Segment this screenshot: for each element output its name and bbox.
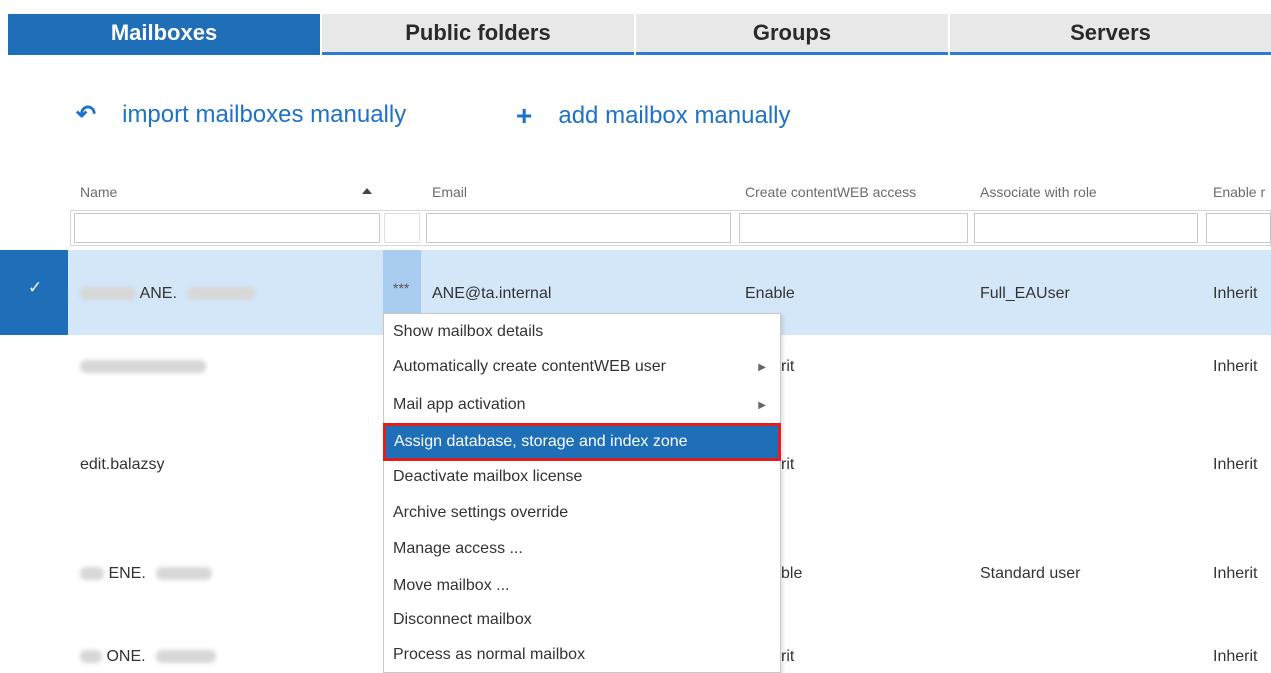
row-name-cell[interactable]: edit.balazsy — [80, 456, 165, 474]
column-header-name[interactable]: Name — [80, 184, 117, 200]
menu-item-mail-app-activation[interactable]: Mail app activation ▶ — [384, 388, 780, 422]
name-text: ONE. — [106, 648, 146, 665]
row-enable-cell: Inherit — [1213, 285, 1258, 302]
tab-label: Servers — [1070, 20, 1151, 45]
tab-public-folders[interactable]: Public folders — [322, 14, 634, 55]
column-header-label: Enable r — [1213, 184, 1266, 200]
row-content-web-cell: Enable — [745, 285, 795, 302]
tab-label: Groups — [752, 20, 832, 45]
content-web-filter-input[interactable] — [739, 213, 968, 243]
checkmark-icon: ✓ — [28, 278, 43, 297]
menu-item-label: Process as normal mailbox — [393, 646, 586, 663]
redacted-text — [80, 650, 102, 664]
row-enable-cell: Inherit — [1213, 565, 1258, 582]
menu-item-manage-access[interactable]: Manage access ... — [384, 532, 780, 566]
ellipsis-filter-spacer — [384, 213, 420, 243]
column-header-content-web[interactable]: Create contentWEB access — [745, 184, 916, 200]
row-role-cell: Standard user — [980, 565, 1081, 582]
row-content-web-cell: rit — [781, 456, 795, 473]
menu-item-assign-database[interactable]: Assign database, storage and index zone — [383, 423, 781, 461]
tab-label: Public folders — [405, 20, 551, 45]
column-header-label: Associate with role — [980, 184, 1097, 200]
row-name-cell[interactable]: ENE. — [80, 565, 213, 583]
menu-item-disconnect-mailbox[interactable]: Disconnect mailbox — [384, 603, 780, 637]
column-header-label: Email — [432, 184, 468, 200]
tab-mailboxes[interactable]: Mailboxes — [8, 14, 320, 55]
menu-item-label: Mail app activation — [393, 396, 526, 413]
row-enable-cell: Inherit — [1213, 456, 1258, 473]
redacted-text — [156, 650, 217, 664]
import-label: import mailboxes manually — [122, 100, 407, 128]
ellipsis-icon: *** — [393, 280, 410, 296]
undo-arrow-icon: ↶ — [76, 101, 97, 128]
row-content-web-cell: ble — [781, 565, 803, 582]
name-text: ENE. — [108, 565, 146, 582]
menu-item-archive-settings-override[interactable]: Archive settings override — [384, 496, 780, 530]
tab-servers[interactable]: Servers — [950, 14, 1271, 55]
add-mailbox-link[interactable]: + add mailbox manually — [516, 100, 790, 132]
menu-item-label: Disconnect mailbox — [393, 611, 532, 628]
redacted-text — [187, 287, 256, 301]
column-header-email[interactable]: Email — [432, 184, 467, 200]
menu-item-auto-create-contentweb-user[interactable]: Automatically create contentWEB user ▶ — [384, 350, 780, 384]
submenu-arrow-icon: ▶ — [758, 399, 766, 411]
menu-item-label: Move mailbox ... — [393, 577, 510, 594]
column-header-role[interactable]: Associate with role — [980, 184, 1097, 200]
role-filter-input[interactable] — [974, 213, 1198, 243]
column-header-label: Create contentWEB access — [745, 184, 917, 200]
redacted-text — [156, 567, 213, 581]
menu-item-label: Show mailbox details — [393, 323, 544, 340]
tab-label: Mailboxes — [110, 20, 218, 45]
context-menu: Show mailbox details Automatically creat… — [383, 313, 781, 673]
menu-item-label: Archive settings override — [393, 504, 569, 521]
email-filter-input[interactable] — [426, 213, 731, 243]
row-role-cell: Full_EAUser — [980, 285, 1070, 302]
row-enable-cell: Inherit — [1213, 358, 1258, 375]
column-header-enable[interactable]: Enable r — [1213, 184, 1265, 200]
name-text: ANE. — [139, 285, 177, 302]
menu-item-deactivate-license[interactable]: Deactivate mailbox license — [384, 460, 780, 494]
menu-item-process-as-normal[interactable]: Process as normal mailbox — [384, 638, 780, 672]
row-name-cell[interactable] — [80, 358, 206, 376]
menu-item-label: Deactivate mailbox license — [393, 468, 583, 485]
row-content-web-cell: rit — [781, 358, 795, 375]
menu-item-label: Assign database, storage and index zone — [394, 433, 688, 450]
redacted-text — [80, 287, 136, 301]
row-name-cell[interactable]: ONE. — [80, 648, 217, 666]
name-filter-input[interactable] — [74, 213, 380, 243]
tab-groups[interactable]: Groups — [636, 14, 948, 55]
row-content-web-cell: rit — [781, 648, 795, 665]
menu-item-label: Automatically create contentWEB user — [393, 358, 667, 375]
row-name-cell: ANE. — [80, 285, 256, 303]
enable-filter-input[interactable] — [1206, 213, 1271, 243]
row-enable-cell: Inherit — [1213, 648, 1258, 665]
menu-item-show-mailbox-details[interactable]: Show mailbox details — [384, 315, 780, 349]
redacted-text — [80, 360, 206, 374]
import-mailboxes-link[interactable]: ↶ import mailboxes manually — [76, 100, 406, 129]
sort-ascending-icon[interactable] — [362, 188, 372, 194]
menu-item-move-mailbox[interactable]: Move mailbox ... — [384, 569, 780, 603]
column-header-label: Name — [80, 184, 118, 200]
menu-item-label: Manage access ... — [393, 540, 523, 557]
row-email-cell: ANE@ta.internal — [432, 285, 552, 302]
add-label: add mailbox manually — [558, 102, 791, 129]
plus-icon: + — [516, 100, 533, 131]
submenu-arrow-icon: ▶ — [758, 361, 766, 373]
redacted-text — [80, 567, 104, 581]
